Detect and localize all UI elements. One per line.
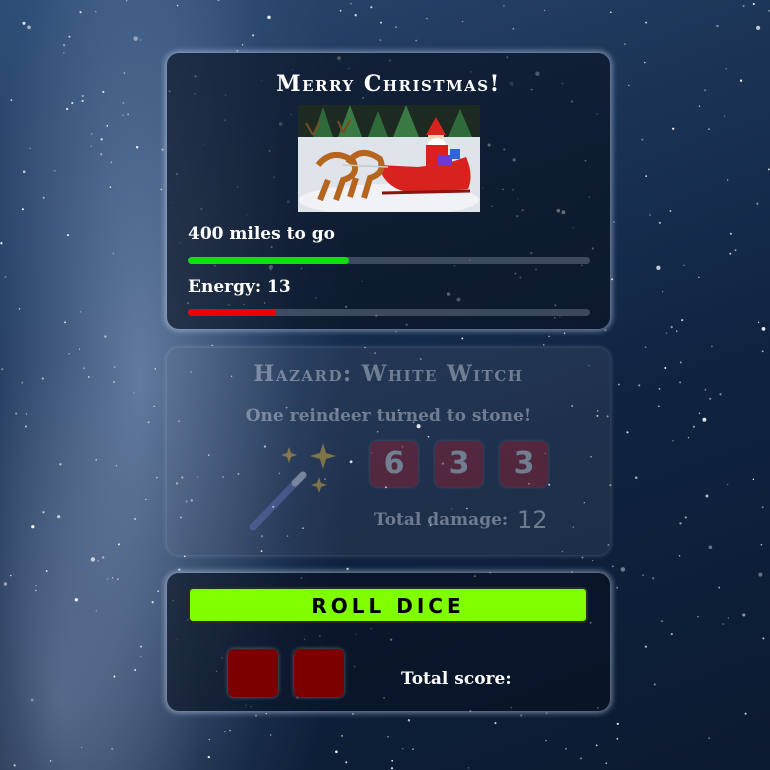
hazard-panel: Hazard: White Witch One reindeer turned … bbox=[167, 348, 610, 555]
energy-bar-fill bbox=[188, 309, 277, 316]
status-panel: Merry Christmas! 400 miles to go Energy:… bbox=[167, 53, 610, 329]
miles-progress-bar bbox=[188, 257, 590, 264]
hazard-die-2: 3 bbox=[435, 441, 483, 487]
player-die-2 bbox=[294, 649, 344, 697]
player-die-1 bbox=[228, 649, 278, 697]
total-damage-value: 12 bbox=[517, 506, 548, 534]
total-damage-label: Total damage: bbox=[374, 510, 509, 530]
hazard-die-3: 3 bbox=[500, 441, 548, 487]
status-title: Merry Christmas! bbox=[276, 71, 501, 97]
roll-panel: ROLL DICE Total score: bbox=[167, 573, 610, 711]
total-score-label: Total score: bbox=[401, 669, 512, 689]
hazard-title: Hazard: White Witch bbox=[253, 361, 524, 387]
magic-wand-icon bbox=[249, 443, 336, 531]
miles-to-go-label: 400 miles to go bbox=[188, 224, 335, 244]
energy-label: Energy: 13 bbox=[188, 277, 291, 297]
roll-dice-button[interactable]: ROLL DICE bbox=[188, 587, 588, 623]
santa-sleigh-image bbox=[298, 105, 480, 212]
hazard-die-1: 6 bbox=[370, 441, 418, 487]
hazard-description: One reindeer turned to stone! bbox=[245, 406, 532, 426]
energy-bar bbox=[188, 309, 590, 316]
miles-progress-fill bbox=[188, 257, 349, 264]
